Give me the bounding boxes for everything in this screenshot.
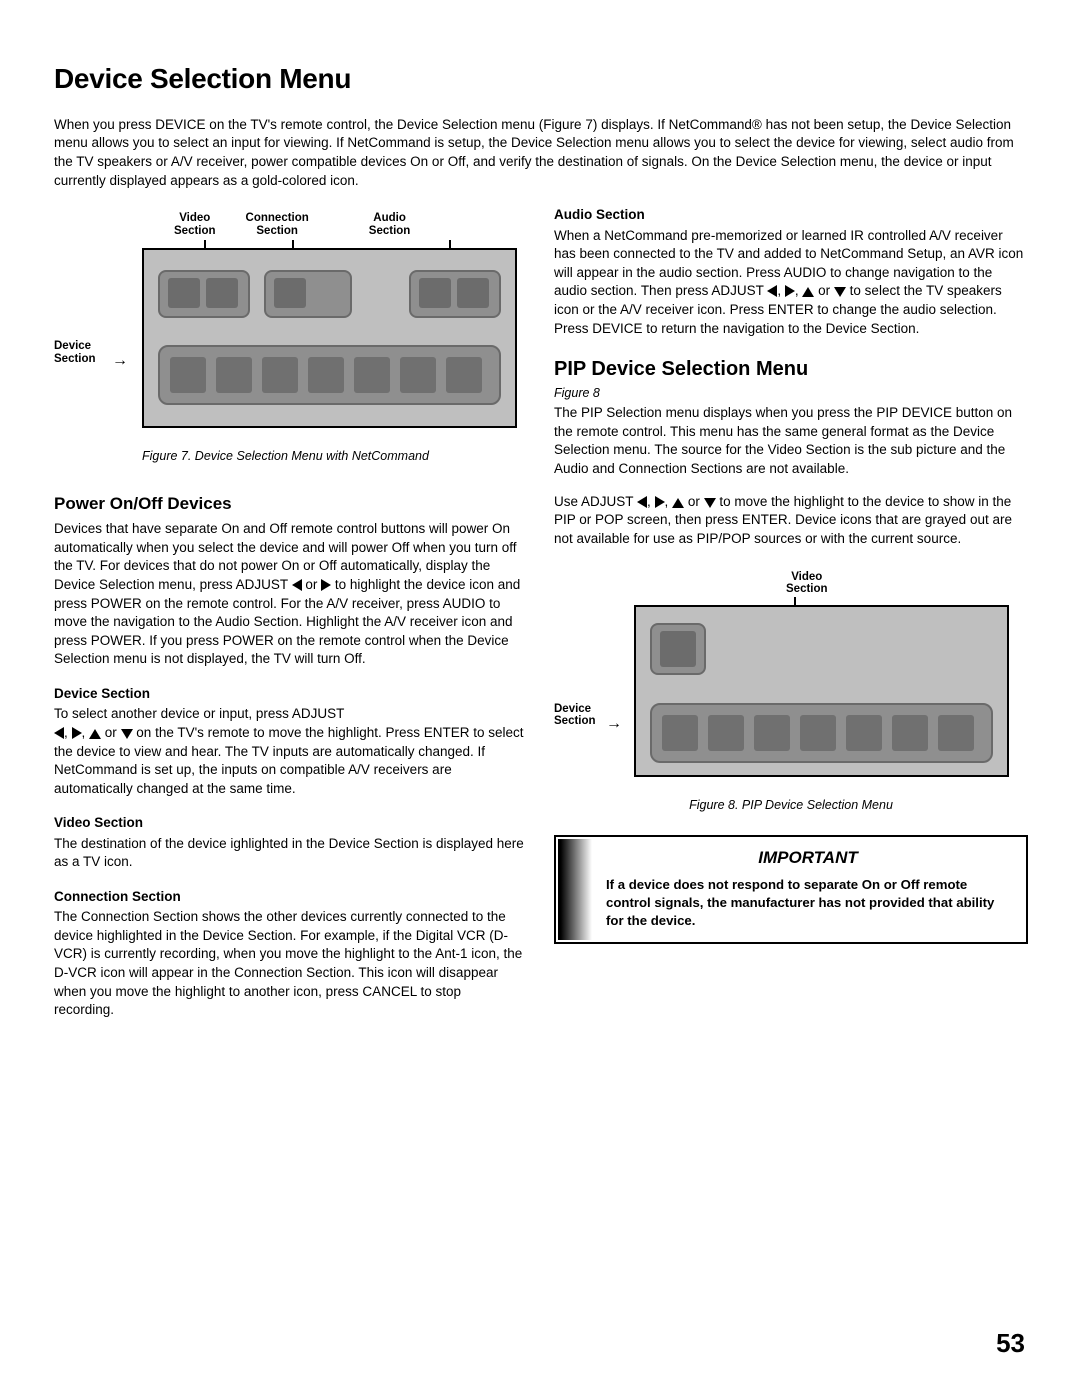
fig8-device-group [650, 703, 993, 763]
right-arrow-icon [655, 496, 665, 508]
figure-7: Video Section Connection Section Audio S… [54, 212, 524, 442]
figure-8: Video Section Device Section → [554, 571, 1028, 791]
down-arrow-icon [834, 287, 846, 297]
page-title: Device Selection Menu [54, 60, 1028, 98]
arrow-right-icon: → [112, 350, 128, 372]
device-section-heading: Device Section [54, 685, 524, 703]
fig8-label-device: Device Section [554, 703, 596, 728]
pip-heading: PIP Device Selection Menu [554, 356, 1028, 383]
right-arrow-icon [72, 727, 82, 739]
figure-8-reference: Figure 8 [554, 385, 1028, 402]
up-arrow-icon [89, 729, 101, 739]
power-heading: Power On/Off Devices [54, 493, 524, 516]
video-section-heading: Video Section [54, 814, 524, 832]
intro-paragraph: When you press DEVICE on the TV's remote… [54, 116, 1028, 191]
pip-paragraph-1: The PIP Selection menu displays when you… [554, 404, 1028, 479]
fig7-label-device: Device Section [54, 340, 96, 365]
audio-section-paragraph: When a NetCommand pre-memorized or learn… [554, 227, 1028, 339]
power-paragraph: Devices that have separate On and Off re… [54, 520, 524, 669]
left-arrow-icon [767, 285, 777, 297]
figure-8-caption: Figure 8. PIP Device Selection Menu [554, 797, 1028, 814]
fig7-label-connection: Connection Section [246, 212, 309, 237]
audio-section-heading: Audio Section [554, 206, 1028, 224]
important-title: IMPORTANT [606, 847, 1010, 870]
left-arrow-icon [292, 579, 302, 591]
connection-section-paragraph: The Connection Section shows the other d… [54, 908, 524, 1020]
important-callout: IMPORTANT If a device does not respond t… [554, 835, 1028, 943]
fig8-video-group [650, 623, 706, 675]
fig7-video-group [158, 270, 250, 318]
arrow-right-icon: → [606, 713, 622, 735]
pip-paragraph-2: Use ADJUST , , or to move the highlight … [554, 493, 1028, 549]
fig8-label-video: Video Section [786, 571, 828, 596]
down-arrow-icon [121, 729, 133, 739]
important-body: If a device does not respond to separate… [606, 876, 1010, 929]
right-arrow-icon [785, 285, 795, 297]
fig7-label-audio: Audio Section [369, 212, 411, 237]
left-arrow-icon [637, 496, 647, 508]
page-number: 53 [996, 1326, 1025, 1361]
up-arrow-icon [672, 498, 684, 508]
down-arrow-icon [704, 498, 716, 508]
right-arrow-icon [321, 579, 331, 591]
connection-section-heading: Connection Section [54, 888, 524, 906]
fig7-tv-screen [142, 248, 517, 428]
left-arrow-icon [54, 727, 64, 739]
fig7-device-group [158, 345, 501, 405]
fig7-label-video: Video Section [174, 212, 216, 237]
fig7-audio-group [409, 270, 501, 318]
up-arrow-icon [802, 287, 814, 297]
fig8-tv-screen [634, 605, 1009, 777]
video-section-paragraph: The destination of the device ighlighted… [54, 835, 524, 872]
fig7-connection-group [264, 270, 352, 318]
figure-7-caption: Figure 7. Device Selection Menu with Net… [142, 448, 524, 465]
device-section-paragraph: To select another device or input, press… [54, 705, 524, 798]
